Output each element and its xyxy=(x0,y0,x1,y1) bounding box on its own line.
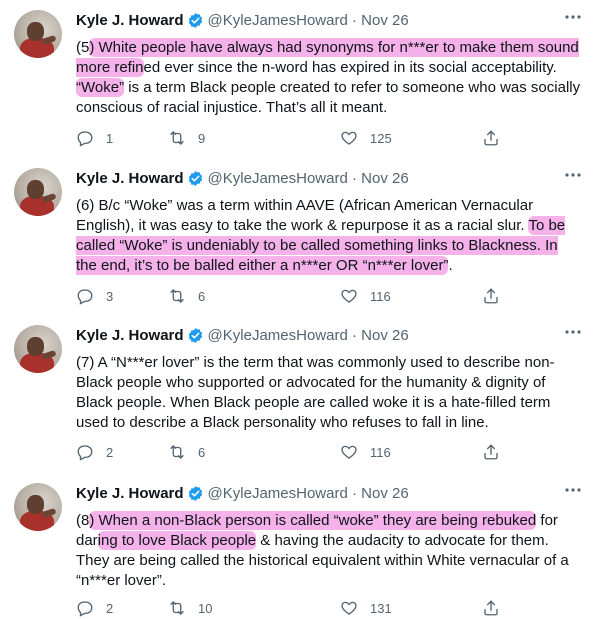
like-count: 116 xyxy=(370,444,391,460)
author-handle-and-date[interactable]: @KyleJamesHoward · Nov 26 xyxy=(208,170,409,187)
reply-count: 1 xyxy=(106,130,114,146)
retweet-button[interactable]: 9 xyxy=(168,129,205,147)
like-icon xyxy=(340,443,358,461)
author-name[interactable]: Kyle J. Howard xyxy=(76,485,184,502)
like-count: 125 xyxy=(370,130,392,146)
tweet-header: Kyle J. Howard @KyleJamesHoward · Nov 26 xyxy=(76,325,409,345)
author-handle-and-date[interactable]: @KyleJamesHoward · Nov 26 xyxy=(208,327,409,344)
reply-button[interactable]: 2 xyxy=(76,443,113,461)
reply-icon xyxy=(76,287,94,305)
author-handle-and-date[interactable]: @KyleJamesHoward · Nov 26 xyxy=(208,12,409,29)
text-segment: (5 xyxy=(76,39,90,56)
like-count: 116 xyxy=(370,288,391,304)
retweet-icon xyxy=(168,287,186,305)
text-segment: is a term Black people created to refer … xyxy=(76,79,581,116)
text-segment: (6) B/c “Woke” was a term within AAVE (A… xyxy=(76,197,534,234)
reply-button[interactable]: 1 xyxy=(76,129,113,147)
text-segment: (8 xyxy=(76,512,90,529)
tweet-text: (5) White people have always had synonym… xyxy=(76,38,581,118)
share-button[interactable] xyxy=(482,287,500,305)
more-options-icon[interactable] xyxy=(564,12,582,26)
like-icon xyxy=(340,287,358,305)
retweet-count: 6 xyxy=(198,444,206,460)
like-button[interactable]: 116 xyxy=(340,443,391,461)
retweet-icon xyxy=(168,129,186,147)
retweet-count: 6 xyxy=(198,288,206,304)
like-count: 131 xyxy=(370,600,392,616)
reply-button[interactable]: 2 xyxy=(76,599,113,617)
tweet-actions: 3 6 116 xyxy=(76,287,506,307)
retweet-button[interactable]: 6 xyxy=(168,443,205,461)
retweet-button[interactable]: 6 xyxy=(168,287,205,305)
retweet-count: 9 xyxy=(198,130,206,146)
share-icon xyxy=(482,443,500,461)
more-options-icon[interactable] xyxy=(564,327,582,341)
tweet-text: (6) B/c “Woke” was a term within AAVE (A… xyxy=(76,196,581,276)
text-segment: (7) A “N***er lover” is the term that wa… xyxy=(76,354,555,431)
verified-badge-icon xyxy=(187,485,204,502)
verified-badge-icon xyxy=(187,12,204,29)
reply-icon xyxy=(76,599,94,617)
share-icon xyxy=(482,287,500,305)
author-name[interactable]: Kyle J. Howard xyxy=(76,12,184,29)
retweet-button[interactable]: 10 xyxy=(168,599,212,617)
tweet-text: (8) When a non-Black person is called “w… xyxy=(76,511,581,591)
retweet-count: 10 xyxy=(198,600,213,616)
share-icon xyxy=(482,129,500,147)
tweet-actions: 2 6 116 xyxy=(76,443,506,463)
tweet-header: Kyle J. Howard @KyleJamesHoward · Nov 26 xyxy=(76,168,409,188)
highlighted-text: “Woke” xyxy=(76,78,125,97)
reply-button[interactable]: 3 xyxy=(76,287,113,305)
share-icon xyxy=(482,599,500,617)
author-handle-and-date[interactable]: @KyleJamesHoward · Nov 26 xyxy=(208,485,409,502)
text-segment: . xyxy=(448,257,453,274)
share-button[interactable] xyxy=(482,443,500,461)
like-button[interactable]: 125 xyxy=(340,129,392,147)
verified-badge-icon xyxy=(187,327,204,344)
like-button[interactable]: 116 xyxy=(340,287,391,305)
retweet-icon xyxy=(168,599,186,617)
like-button[interactable]: 131 xyxy=(340,599,392,617)
reply-count: 2 xyxy=(106,600,114,616)
tweet-header: Kyle J. Howard @KyleJamesHoward · Nov 26 xyxy=(76,483,409,503)
author-name[interactable]: Kyle J. Howard xyxy=(76,327,184,344)
reply-icon xyxy=(76,443,94,461)
avatar[interactable] xyxy=(14,10,62,58)
reply-count: 2 xyxy=(106,444,114,460)
avatar[interactable] xyxy=(14,168,62,216)
highlighted-text: ing to love Black people xyxy=(97,531,257,550)
highlighted-text: ) When a non-Black person is called “wok… xyxy=(89,511,537,530)
like-icon xyxy=(340,129,358,147)
tweet-text: (7) A “N***er lover” is the term that wa… xyxy=(76,353,581,433)
avatar[interactable] xyxy=(14,325,62,373)
reply-icon xyxy=(76,129,94,147)
tweet-header: Kyle J. Howard @KyleJamesHoward · Nov 26 xyxy=(76,10,409,30)
share-button[interactable] xyxy=(482,599,500,617)
tweet-actions: 1 9 125 xyxy=(76,129,506,149)
share-button[interactable] xyxy=(482,129,500,147)
author-name[interactable]: Kyle J. Howard xyxy=(76,170,184,187)
verified-badge-icon xyxy=(187,170,204,187)
retweet-icon xyxy=(168,443,186,461)
avatar[interactable] xyxy=(14,483,62,531)
text-segment: ed ever since the n-word has expired in … xyxy=(143,59,557,76)
more-options-icon[interactable] xyxy=(564,485,582,499)
tweet-actions: 2 10 131 xyxy=(76,599,506,619)
like-icon xyxy=(340,599,358,617)
more-options-icon[interactable] xyxy=(564,170,582,184)
reply-count: 3 xyxy=(106,288,114,304)
